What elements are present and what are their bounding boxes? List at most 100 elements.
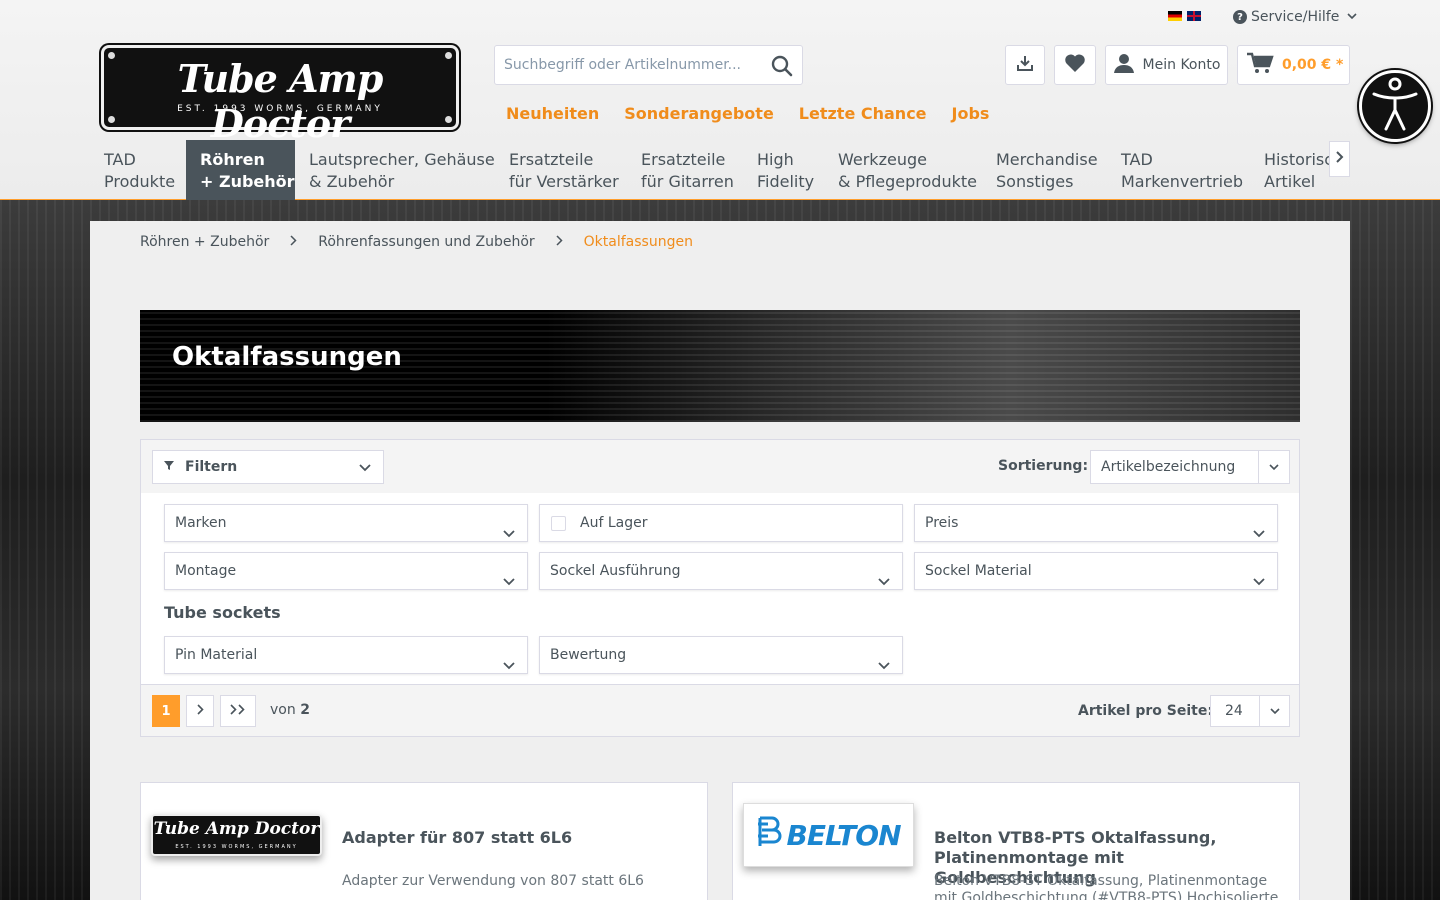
help-icon: ? <box>1233 10 1247 24</box>
heart-icon <box>1064 53 1086 77</box>
filter-marken[interactable]: Marken <box>164 504 528 542</box>
quicklink-neuheiten[interactable]: Neuheiten <box>506 104 599 123</box>
search-box <box>494 45 803 85</box>
chevron-down-icon <box>1253 516 1265 552</box>
service-label: Service/Hilfe <box>1251 9 1340 25</box>
accessibility-icon <box>1370 76 1420 136</box>
uk-flag-icon[interactable] <box>1187 11 1201 21</box>
auf-lager-checkbox[interactable] <box>551 516 566 531</box>
nav-item-tad-produkte[interactable]: TAD Produkte <box>90 140 189 200</box>
chevron-down-icon <box>1253 564 1265 600</box>
product-title[interactable]: Adapter für 807 statt 6L6 <box>342 828 687 848</box>
cart-button[interactable]: 0,00 € * <box>1237 45 1350 85</box>
per-page-label: Artikel pro Seite: <box>1078 703 1213 719</box>
filter-sockel-ausfuehrung[interactable]: Sockel Ausführung <box>539 552 903 590</box>
nav-item-lautsprecher[interactable]: Lautsprecher, Gehäuse & Zubehör <box>295 140 509 200</box>
user-icon <box>1113 52 1135 78</box>
filter-pin-material[interactable]: Pin Material <box>164 636 528 674</box>
filter-auf-lager[interactable]: Auf Lager <box>539 504 903 542</box>
tube-amp-doctor-logo: Tube Amp Doctor EST. 1993 WORMS, GERMANY <box>151 814 322 856</box>
product-card[interactable]: BELTON Belton VTB8-PTS Oktalfassung, Pla… <box>732 782 1300 900</box>
top-bar: ? Service/Hilfe <box>0 0 1440 34</box>
nav-item-high-fidelity[interactable]: High Fidelity <box>743 140 828 200</box>
chevron-right-icon <box>196 703 204 719</box>
chevron-down-icon <box>1347 12 1357 23</box>
breadcrumb-item[interactable]: Röhrenfassungen und Zubehör <box>318 234 534 250</box>
product-image[interactable]: Tube Amp Doctor EST. 1993 WORMS, GERMANY <box>151 803 322 867</box>
nav-item-roehren-zubehoer[interactable]: Röhren + Zubehör <box>186 140 295 200</box>
quicklink-letzte-chance[interactable]: Letzte Chance <box>799 104 927 123</box>
filter-panel: Filtern Sortierung: Artikelbezeichnung M… <box>140 439 1300 737</box>
belton-logo: BELTON <box>743 803 914 867</box>
quick-links: Neuheiten Sonderangebote Letzte Chance J… <box>506 104 989 123</box>
sort-value: Artikelbezeichnung <box>1101 459 1236 475</box>
breadcrumb-current[interactable]: Oktalfassungen <box>584 234 693 250</box>
nav-item-merchandise[interactable]: Merchandise Sonstiges <box>982 140 1112 200</box>
accessibility-button[interactable] <box>1359 70 1431 142</box>
nav-item-werkzeuge[interactable]: Werkzeuge & Pflegeprodukte <box>824 140 991 200</box>
chevron-down-icon <box>1259 696 1289 726</box>
product-card[interactable]: Tube Amp Doctor EST. 1993 WORMS, GERMANY… <box>140 782 708 900</box>
breadcrumb-item[interactable]: Röhren + Zubehör <box>140 234 269 250</box>
chevron-down-icon <box>878 564 890 600</box>
chevron-down-icon <box>503 648 515 684</box>
download-icon <box>1016 54 1034 76</box>
cart-amount: 0,00 € * <box>1282 57 1344 73</box>
sort-label: Sortierung: <box>998 458 1089 474</box>
chevron-down-icon <box>503 516 515 552</box>
quicklink-jobs[interactable]: Jobs <box>952 104 990 123</box>
filter-montage[interactable]: Montage <box>164 552 528 590</box>
download-button[interactable] <box>1005 45 1045 85</box>
nav-item-tad-markenvertrieb[interactable]: TAD Markenvertrieb <box>1107 140 1257 200</box>
logo-tagline: EST. 1993 WORMS, GERMANY <box>177 104 383 114</box>
filter-bewertung[interactable]: Bewertung <box>539 636 903 674</box>
filter-icon <box>163 459 175 475</box>
nav-item-ersatzteile-verstaerker[interactable]: Ersatzteile für Verstärker <box>495 140 633 200</box>
account-label: Mein Konto <box>1142 57 1221 73</box>
wishlist-button[interactable] <box>1054 45 1096 85</box>
next-page-button[interactable] <box>186 695 214 727</box>
belton-mark-icon <box>756 815 782 856</box>
category-banner: Oktalfassungen <box>140 310 1300 422</box>
pagination-bar: 1 von 2 Artikel pro Seite: 24 <box>141 684 1299 736</box>
page-count: von 2 <box>270 702 310 718</box>
chevron-down-icon <box>1258 451 1289 483</box>
site-header: ? Service/Hilfe Tube Amp Doctor EST. 199… <box>0 0 1440 200</box>
last-page-button[interactable] <box>220 695 256 727</box>
main-content: Röhren + Zubehör Röhrenfassungen und Zub… <box>90 221 1350 900</box>
quicklink-sonderangebote[interactable]: Sonderangebote <box>624 104 774 123</box>
chevron-right-icon <box>556 235 563 249</box>
chevron-down-icon <box>359 460 371 476</box>
nav-scroll-right-button[interactable] <box>1329 141 1350 177</box>
chevron-right-icon <box>1335 151 1344 167</box>
filter-toggle-button[interactable]: Filtern <box>152 450 384 484</box>
account-button[interactable]: Mein Konto <box>1105 45 1228 85</box>
filter-sockel-material[interactable]: Sockel Material <box>914 552 1278 590</box>
chevron-right-icon <box>290 235 297 249</box>
nav-item-ersatzteile-gitarren[interactable]: Ersatzteile für Gitarren <box>627 140 748 200</box>
filter-preis[interactable]: Preis <box>914 504 1278 542</box>
per-page-value: 24 <box>1225 703 1243 719</box>
page-title: Oktalfassungen <box>172 342 402 372</box>
per-page-select[interactable]: 24 <box>1210 695 1290 727</box>
filter-group-title: Tube sockets <box>164 603 281 622</box>
chevron-down-icon <box>503 564 515 600</box>
search-input[interactable] <box>495 46 755 84</box>
site-logo[interactable]: Tube Amp Doctor EST. 1993 WORMS, GERMANY <box>101 45 459 146</box>
double-chevron-right-icon <box>230 703 246 719</box>
filter-toggle-label: Filtern <box>185 459 238 475</box>
german-flag-icon[interactable] <box>1168 11 1182 21</box>
breadcrumb: Röhren + Zubehör Röhrenfassungen und Zub… <box>140 234 693 250</box>
main-navigation: TAD Produkte Röhren + Zubehör Lautsprecher… <box>90 140 1350 200</box>
product-description: Adapter zur Verwendung von 807 statt 6L6 <box>342 873 644 889</box>
logo-name: Tube Amp Doctor <box>177 56 384 146</box>
product-description: Belton VTB8-ST Oktalfassung, Platinenmon… <box>934 873 1279 900</box>
search-icon[interactable] <box>770 54 794 78</box>
page-button-current[interactable]: 1 <box>152 695 180 727</box>
sort-select[interactable]: Artikelbezeichnung <box>1090 450 1290 484</box>
filter-bar: Filtern Sortierung: Artikelbezeichnung <box>141 440 1299 493</box>
cart-icon <box>1246 52 1274 78</box>
service-menu[interactable]: ? Service/Hilfe <box>1233 7 1357 27</box>
chevron-down-icon <box>878 648 890 684</box>
product-image[interactable]: BELTON <box>743 803 914 867</box>
